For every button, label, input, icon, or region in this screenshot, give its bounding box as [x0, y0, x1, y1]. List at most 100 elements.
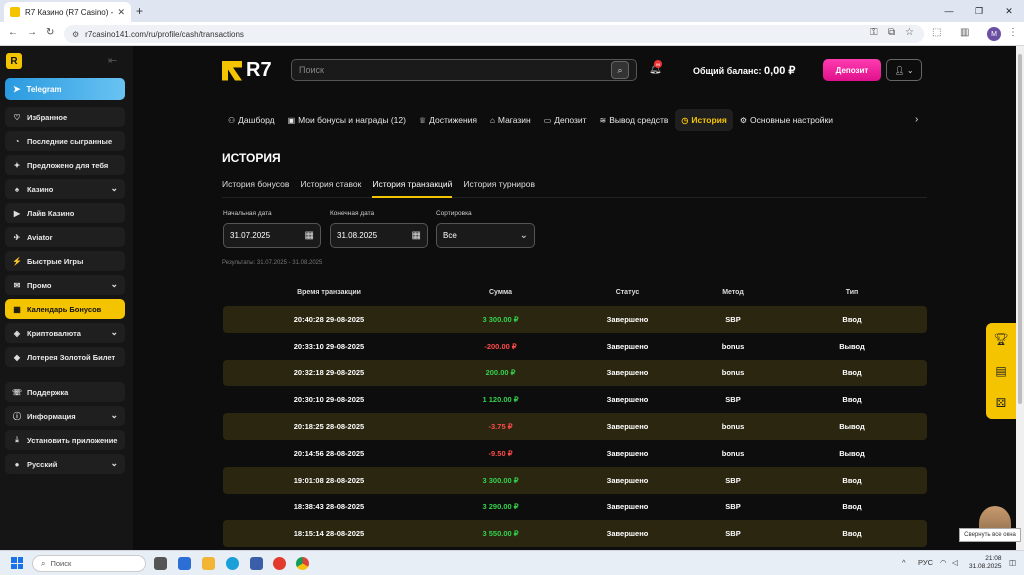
- r7-logo[interactable]: R7: [222, 59, 272, 82]
- sidebar-item[interactable]: ♡ Избранное: [5, 107, 125, 127]
- cell-type: Вывод: [839, 448, 865, 458]
- profile-nav-item[interactable]: ▭ Депозит: [538, 109, 593, 131]
- sort-select[interactable]: Все ⌄: [436, 223, 535, 248]
- sidebar-item[interactable]: ▦ Календарь Бонусов: [5, 299, 125, 319]
- history-tab[interactable]: История транзакций: [372, 176, 453, 198]
- telegram-banner[interactable]: ➤ Telegram: [5, 78, 125, 100]
- taskbar-search[interactable]: ⌕ Поиск: [32, 555, 146, 572]
- collapse-sidebar-icon[interactable]: ⇤: [108, 54, 117, 67]
- cell-time: 20:14:56 28-08-2025: [293, 448, 365, 458]
- shop-icon[interactable]: ▤: [995, 364, 1006, 378]
- cell-amount: 200.00 ₽: [485, 368, 516, 378]
- store-icon[interactable]: [250, 557, 263, 570]
- history-tab[interactable]: История бонусов: [222, 176, 289, 198]
- reload-icon[interactable]: ↻: [46, 27, 54, 38]
- bookmark-star-icon[interactable]: ☆: [905, 27, 914, 38]
- key-icon[interactable]: ⚿: [870, 27, 878, 38]
- chevron-right-icon[interactable]: ›: [915, 114, 918, 125]
- sidebar-item[interactable]: ☏ Поддержка: [5, 382, 125, 402]
- sidepanel-icon[interactable]: ▥: [960, 27, 969, 38]
- profile-nav-item[interactable]: ⌂ Магазин: [484, 109, 537, 131]
- profile-nav-label: Депозит: [554, 115, 587, 125]
- settings-icon: ⚙: [739, 115, 748, 125]
- profile-nav-item[interactable]: ◷ История: [675, 109, 733, 131]
- browser-tab[interactable]: R7 Казино (R7 Casino) - офиц ✕: [4, 2, 131, 22]
- close-tab-icon[interactable]: ✕: [117, 7, 125, 18]
- dice-icon[interactable]: ⚄: [996, 396, 1006, 410]
- sidebar-item[interactable]: ◔ Последние сыгранные: [5, 131, 125, 151]
- translate-icon[interactable]: ⧉: [888, 27, 895, 38]
- explorer-icon[interactable]: [202, 557, 215, 570]
- sidebar-item[interactable]: ▶ Лайв Казино: [5, 203, 125, 223]
- profile-nav-item[interactable]: ≋ Вывод средств: [594, 109, 675, 131]
- column-header: Сумма: [488, 288, 512, 296]
- sidebar-logo-icon[interactable]: R: [6, 53, 22, 69]
- page-scrollbar[interactable]: [1016, 46, 1024, 550]
- back-icon[interactable]: ←: [8, 27, 18, 38]
- new-tab-icon[interactable]: +: [136, 4, 143, 18]
- cell-method: SBP: [725, 529, 741, 539]
- sidebar-item[interactable]: ● Русский ⌄: [5, 454, 125, 474]
- sidebar-item[interactable]: ✈ Aviator: [5, 227, 125, 247]
- sidebar-item[interactable]: ◈ Криптовалюта ⌄: [5, 323, 125, 343]
- chrome-icon[interactable]: [296, 557, 309, 570]
- volume-icon[interactable]: ◁: [952, 558, 958, 567]
- edge-icon[interactable]: [226, 557, 239, 570]
- history-tab[interactable]: История турниров: [463, 176, 535, 198]
- user-menu-button[interactable]: 👤︎ ⌄: [886, 59, 922, 81]
- withdraw-icon: ≋: [599, 115, 607, 125]
- clock[interactable]: 21:08 31.08.2025: [969, 555, 1002, 571]
- cell-method: SBP: [725, 314, 741, 324]
- logo-text: R7: [246, 59, 272, 81]
- cell-type: Ввод: [842, 368, 862, 378]
- site-info-icon[interactable]: ⚙: [72, 30, 79, 39]
- sidebar-item[interactable]: ◆ Лотерея Золотой Билет: [5, 347, 125, 367]
- cell-type: Ввод: [842, 502, 862, 512]
- maximize-icon[interactable]: ❐: [964, 0, 994, 22]
- end-date-field[interactable]: 31.08.2025 ▦: [330, 223, 428, 248]
- download-icon: ⤓: [15, 435, 19, 444]
- profile-avatar[interactable]: M: [987, 27, 1001, 41]
- cell-type: Вывод: [839, 341, 865, 351]
- sidebar-item[interactable]: ⓘ Информация ⌄: [5, 406, 125, 426]
- forward-icon[interactable]: →: [27, 27, 37, 38]
- minimize-icon[interactable]: —: [934, 0, 964, 22]
- notifications-button[interactable]: 🔔︎ 99: [649, 60, 662, 75]
- language-indicator[interactable]: РУС: [918, 558, 933, 567]
- cell-status: Завершено: [606, 502, 649, 512]
- sidebar-item[interactable]: ⤓ Установить приложение: [5, 430, 125, 450]
- sidebar-item[interactable]: ✦ Предложено для тебя: [5, 155, 125, 175]
- windows-start-icon[interactable]: [11, 557, 23, 569]
- tray-chevron-icon[interactable]: ^: [902, 558, 906, 567]
- deposit-button[interactable]: Депозит: [823, 59, 881, 81]
- task-view-icon[interactable]: [154, 557, 167, 570]
- profile-nav-item[interactable]: ▣ Мои бонусы и награды (12): [282, 109, 412, 131]
- history-tab[interactable]: История ставок: [300, 176, 361, 198]
- trophy-icon[interactable]: 🏆︎: [993, 332, 1008, 346]
- sidebar-item[interactable]: ⚡ Быстрые Игры: [5, 251, 125, 271]
- scrollbar-thumb[interactable]: [1018, 54, 1022, 404]
- cell-time: 20:33:10 29-08-2025: [293, 341, 365, 351]
- profile-nav-item[interactable]: ♕ Достижения: [413, 109, 483, 131]
- notifications-icon[interactable]: ◫: [1009, 558, 1016, 567]
- extensions-icon[interactable]: ⬚: [932, 27, 941, 38]
- profile-nav-item[interactable]: ⚙ Основные настройки: [734, 109, 839, 131]
- page: R ⇤ ➤ Telegram ♡ Избранное ◔ Последние сыгр…: [0, 46, 1024, 550]
- transactions-table: 20:40:28 29-08-2025 3 300.00 ₽ Завершено SB…: [223, 306, 927, 548]
- profile-nav-label: Достижения: [429, 115, 478, 125]
- search-input[interactable]: Поиск: [291, 59, 637, 81]
- network-icon[interactable]: ◠: [940, 558, 947, 567]
- cell-amount: 3 300.00 ₽: [482, 475, 519, 485]
- search-button[interactable]: ⌕: [611, 61, 629, 79]
- url-field[interactable]: ⚙ r7casino141.com/ru/profile/cash/transa…: [64, 25, 924, 43]
- sidebar-item[interactable]: ♠ Казино ⌄: [5, 179, 125, 199]
- widgets-icon[interactable]: [178, 557, 191, 570]
- start-date-field[interactable]: 31.07.2025 ▦: [223, 223, 321, 248]
- cell-amount: 3 290.00 ₽: [482, 502, 519, 512]
- sidebar-item[interactable]: ✉ Промо ⌄: [5, 275, 125, 295]
- close-window-icon[interactable]: ✕: [994, 0, 1024, 22]
- chevron-down-icon: ⌄: [110, 410, 118, 420]
- profile-nav-item[interactable]: ⚇ Дашборд: [222, 109, 281, 131]
- yandex-icon[interactable]: [273, 557, 286, 570]
- menu-dots-icon[interactable]: ⋮: [1008, 27, 1018, 38]
